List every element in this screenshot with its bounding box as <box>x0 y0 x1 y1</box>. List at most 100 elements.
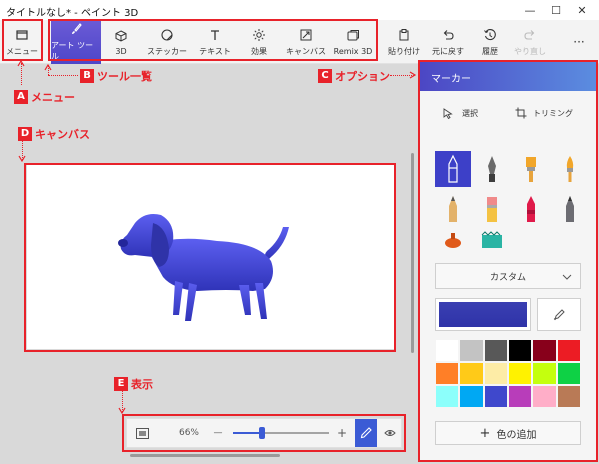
spray-can-icon <box>445 233 461 248</box>
tool-art-tools[interactable]: アート ツール <box>51 20 101 64</box>
maximize-button[interactable]: ☐ <box>543 1 569 19</box>
brush-oil[interactable] <box>513 151 549 187</box>
cube-icon <box>115 29 127 42</box>
leader-line-b-v <box>48 65 49 75</box>
menu-label: メニュー <box>6 46 38 56</box>
zoom-out-button[interactable]: — <box>211 419 225 447</box>
tool-remix-3d[interactable]: Remix 3D <box>333 20 373 64</box>
watercolor-icon <box>566 156 574 182</box>
palette-swatch[interactable] <box>532 339 557 362</box>
zoom-slider[interactable] <box>233 419 329 447</box>
palette-swatch[interactable] <box>556 385 581 408</box>
folder-icon <box>16 29 28 40</box>
tool-label: 効果 <box>251 46 267 56</box>
chevron-down-icon <box>562 274 572 280</box>
callout-letter: B <box>80 69 94 83</box>
palette-swatch[interactable] <box>459 385 484 408</box>
brush-calligraphy-pen[interactable] <box>474 151 510 187</box>
tool-stickers[interactable]: ステッカー <box>145 20 189 64</box>
thickness-dropdown[interactable]: カスタム <box>435 263 581 289</box>
drawing-canvas[interactable] <box>27 165 394 349</box>
menu-button[interactable]: メニュー <box>4 20 40 64</box>
canvas-icon <box>300 29 312 40</box>
zoom-slider-thumb[interactable] <box>259 427 265 439</box>
callout-text: メニュー <box>31 91 75 104</box>
dog-model[interactable] <box>27 165 394 349</box>
vertical-scrollbar[interactable] <box>411 153 414 353</box>
palette-swatch[interactable] <box>532 385 557 408</box>
palette-swatch[interactable] <box>483 339 508 362</box>
pixel-pen-icon <box>449 196 457 222</box>
callout-letter: D <box>18 127 32 141</box>
current-color-swatch[interactable] <box>435 298 531 331</box>
tool-text[interactable]: テキスト <box>195 20 235 64</box>
palette-swatch[interactable] <box>556 362 581 385</box>
undo-label: 元に戻す <box>432 46 464 56</box>
fit-view-button[interactable] <box>131 419 153 447</box>
more-glyph: ··· <box>573 35 585 49</box>
paste-label: 貼り付け <box>388 46 420 56</box>
redo-label: やり直し <box>514 46 546 56</box>
palette-swatch[interactable] <box>435 362 460 385</box>
history-button[interactable]: 履歴 <box>474 20 506 64</box>
color-palette <box>435 339 581 408</box>
trim-button[interactable]: トリミング <box>515 103 573 123</box>
palette-swatch[interactable] <box>435 339 460 362</box>
tool-effects[interactable]: 効果 <box>243 20 275 64</box>
paste-button[interactable]: 貼り付け <box>386 20 422 64</box>
brush-pencil[interactable] <box>474 191 510 227</box>
sticker-icon <box>161 28 173 41</box>
palette-swatch[interactable] <box>532 362 557 385</box>
palette-swatch[interactable] <box>508 385 533 408</box>
palette-swatch[interactable] <box>508 362 533 385</box>
palette-swatch[interactable] <box>483 385 508 408</box>
view-mode-button[interactable] <box>379 419 401 447</box>
callout-letter: E <box>114 377 128 391</box>
history-label: 履歴 <box>482 46 498 56</box>
more-options-button[interactable]: ··· <box>565 20 593 64</box>
tool-label: Remix 3D <box>333 46 373 56</box>
trim-label: トリミング <box>533 108 573 118</box>
paste-icon <box>399 28 409 40</box>
add-color-label: 色の追加 <box>496 429 537 441</box>
history-icon <box>484 28 496 40</box>
tool-canvas[interactable]: キャンバス <box>283 20 329 64</box>
brush-marker[interactable] <box>435 151 471 187</box>
brush-watercolor[interactable] <box>552 151 588 187</box>
current-color-fill <box>439 302 527 327</box>
brush-eraser[interactable] <box>513 191 549 227</box>
palette-swatch[interactable] <box>483 362 508 385</box>
brush-crayon[interactable] <box>552 191 588 227</box>
palette-swatch[interactable] <box>459 339 484 362</box>
redo-icon <box>524 29 535 40</box>
draw-mode-button[interactable] <box>355 419 377 447</box>
minimize-button[interactable]: — <box>517 1 543 19</box>
title-bar: タイトルなし* - ペイント 3D — ☐ ✕ <box>0 0 599 20</box>
close-button[interactable]: ✕ <box>569 1 595 19</box>
select-button[interactable]: 選択 <box>443 103 478 123</box>
brush-pixel-pen[interactable] <box>435 191 471 227</box>
tool-3d[interactable]: 3D <box>105 20 137 64</box>
palette-swatch[interactable] <box>508 339 533 362</box>
brush-icon <box>72 23 82 34</box>
options-panel: マーカー 選択 トリミング カスタム + 色の追加 <box>419 61 596 460</box>
redo-button[interactable]: やり直し <box>510 20 550 64</box>
remix-icon <box>347 29 359 40</box>
zoom-in-button[interactable]: + <box>335 419 349 447</box>
palette-swatch[interactable] <box>459 362 484 385</box>
cursor-icon <box>443 107 453 119</box>
callout-c: C オプション <box>318 68 390 84</box>
toolbar: メニュー アート ツール 3D ステッカー テキスト 効果 キャンバス Remi… <box>0 20 599 64</box>
callout-text: オプション <box>335 70 390 83</box>
undo-button[interactable]: 元に戻す <box>428 20 468 64</box>
palette-swatch[interactable] <box>435 385 460 408</box>
eyedropper-button[interactable] <box>537 298 581 331</box>
undo-icon <box>443 29 454 40</box>
callout-a: A メニュー <box>14 89 75 105</box>
add-color-button[interactable]: + 色の追加 <box>435 421 581 445</box>
palette-swatch[interactable] <box>556 339 581 362</box>
pencil-icon <box>360 427 372 439</box>
brush-fill-bucket[interactable] <box>474 227 510 249</box>
horizontal-scrollbar[interactable] <box>130 454 280 457</box>
brush-spray-can[interactable] <box>435 227 471 249</box>
